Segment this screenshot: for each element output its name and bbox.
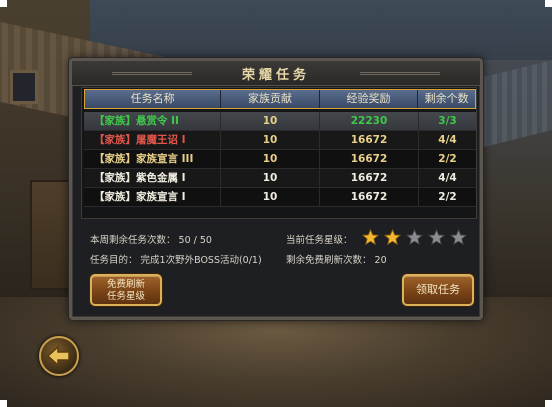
task-table-header: 任务名称 家族贡献 经验奖励 剩余个数	[84, 89, 476, 109]
free-refresh-star-button[interactable]: 免费刷新 任务星级	[90, 274, 162, 306]
task-table: 任务名称 家族贡献 经验奖励 剩余个数 【家族】悬赏令 II 10 22230 …	[81, 87, 477, 219]
task-contribution: 10	[221, 131, 320, 149]
task-remaining: 2/2	[438, 153, 457, 165]
task-contribution: 10	[221, 169, 320, 187]
refresh-button-line1: 免费刷新	[106, 279, 145, 290]
corner-marker	[0, 400, 7, 407]
back-button[interactable]	[39, 336, 79, 376]
task-exp: 22230	[320, 112, 419, 130]
task-exp: 16672	[320, 188, 419, 206]
task-name: 【家族】悬赏令 II	[84, 112, 221, 130]
corner-marker	[545, 0, 552, 7]
back-arrow-icon	[46, 345, 70, 367]
task-contribution: 10	[221, 112, 320, 130]
background-window	[10, 70, 38, 104]
corner-marker	[0, 0, 7, 7]
task-name: 【家族】屠魔王诏 I	[84, 131, 221, 149]
header-task-name: 任务名称	[85, 90, 222, 108]
task-remaining: 4/4	[438, 134, 457, 146]
header-remaining: 剩余个数	[424, 92, 469, 105]
star-rating	[362, 229, 467, 246]
panel-header: 荣耀任务	[72, 61, 480, 86]
star-filled-icon	[384, 229, 401, 246]
task-name: 【家族】家族宣言 I	[84, 188, 221, 206]
task-row[interactable]: 【家族】屠魔王诏 I 10 16672 4/4	[84, 131, 476, 150]
refresh-button-line2: 任务星级	[106, 291, 145, 302]
weekly-remaining-value: 50 / 50	[178, 235, 212, 246]
task-row[interactable]: 【家族】家族宣言 I 10 16672 2/2	[84, 188, 476, 207]
task-name: 【家族】家族宣言 III	[84, 150, 221, 168]
title-ornament-right	[360, 72, 440, 75]
star-empty-icon	[450, 229, 467, 246]
free-refresh-value: 20	[374, 255, 387, 266]
task-goal-info: 任务目的： 完成1次野外BOSS活动(0/1)	[90, 252, 262, 266]
task-exp: 16672	[320, 131, 419, 149]
task-contribution: 10	[221, 150, 320, 168]
corner-marker	[545, 400, 552, 407]
task-exp: 16672	[320, 169, 419, 187]
header-exp-reward: 经验奖励	[320, 90, 419, 108]
free-refresh-label: 剩余免费刷新次数：	[286, 255, 372, 266]
task-contribution: 10	[221, 188, 320, 206]
honor-task-panel: 荣耀任务 任务名称 家族贡献 经验奖励 剩余个数 【家族】悬赏令 II 10 2…	[69, 58, 483, 320]
star-empty-icon	[428, 229, 445, 246]
task-row[interactable]: 【家族】家族宣言 III 10 16672 2/2	[84, 150, 476, 169]
weekly-remaining-info: 本周剩余任务次数： 50 / 50	[90, 232, 212, 246]
claim-task-button[interactable]: 领取任务	[402, 274, 474, 306]
task-remaining: 2/2	[438, 191, 457, 203]
star-filled-icon	[362, 229, 379, 246]
task-name: 【家族】紫色金属 I	[84, 169, 221, 187]
task-goal-value: 完成1次野外BOSS活动(0/1)	[140, 255, 262, 266]
free-refresh-info: 剩余免费刷新次数： 20	[286, 252, 387, 266]
star-empty-icon	[406, 229, 423, 246]
task-remaining: 4/4	[438, 172, 457, 184]
task-exp: 16672	[320, 150, 419, 168]
task-table-body: 【家族】悬赏令 II 10 22230 3/3 【家族】屠魔王诏 I 10 16…	[84, 112, 476, 207]
task-goal-label: 任务目的：	[90, 255, 138, 266]
header-family-contribution: 家族贡献	[221, 90, 320, 108]
task-remaining: 3/3	[438, 115, 457, 127]
star-level-label: 当前任务星级：	[286, 235, 353, 246]
background-door	[30, 180, 70, 290]
task-row[interactable]: 【家族】紫色金属 I 10 16672 4/4	[84, 169, 476, 188]
weekly-remaining-label: 本周剩余任务次数：	[90, 235, 176, 246]
task-row[interactable]: 【家族】悬赏令 II 10 22230 3/3	[84, 112, 476, 131]
